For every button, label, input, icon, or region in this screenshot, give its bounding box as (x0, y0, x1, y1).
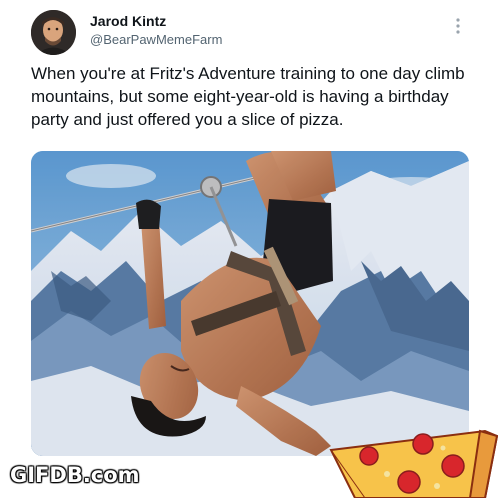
author-handle[interactable]: @BearPawMemeFarm (90, 32, 222, 47)
tweet-media-image[interactable] (31, 151, 469, 456)
watermark: GIFDB.com (10, 463, 140, 487)
avatar[interactable] (31, 10, 76, 55)
zipline-mountain-scene (31, 151, 469, 456)
tweet-text: When you're at Fritz's Adventure trainin… (31, 64, 465, 129)
pizza-slice-icon (325, 428, 498, 498)
author-name[interactable]: Jarod Kintz (90, 13, 166, 29)
tweet-card: Jarod Kintz @BearPawMemeFarm When you're… (0, 0, 498, 498)
vertical-ellipsis-icon[interactable] (452, 16, 464, 38)
